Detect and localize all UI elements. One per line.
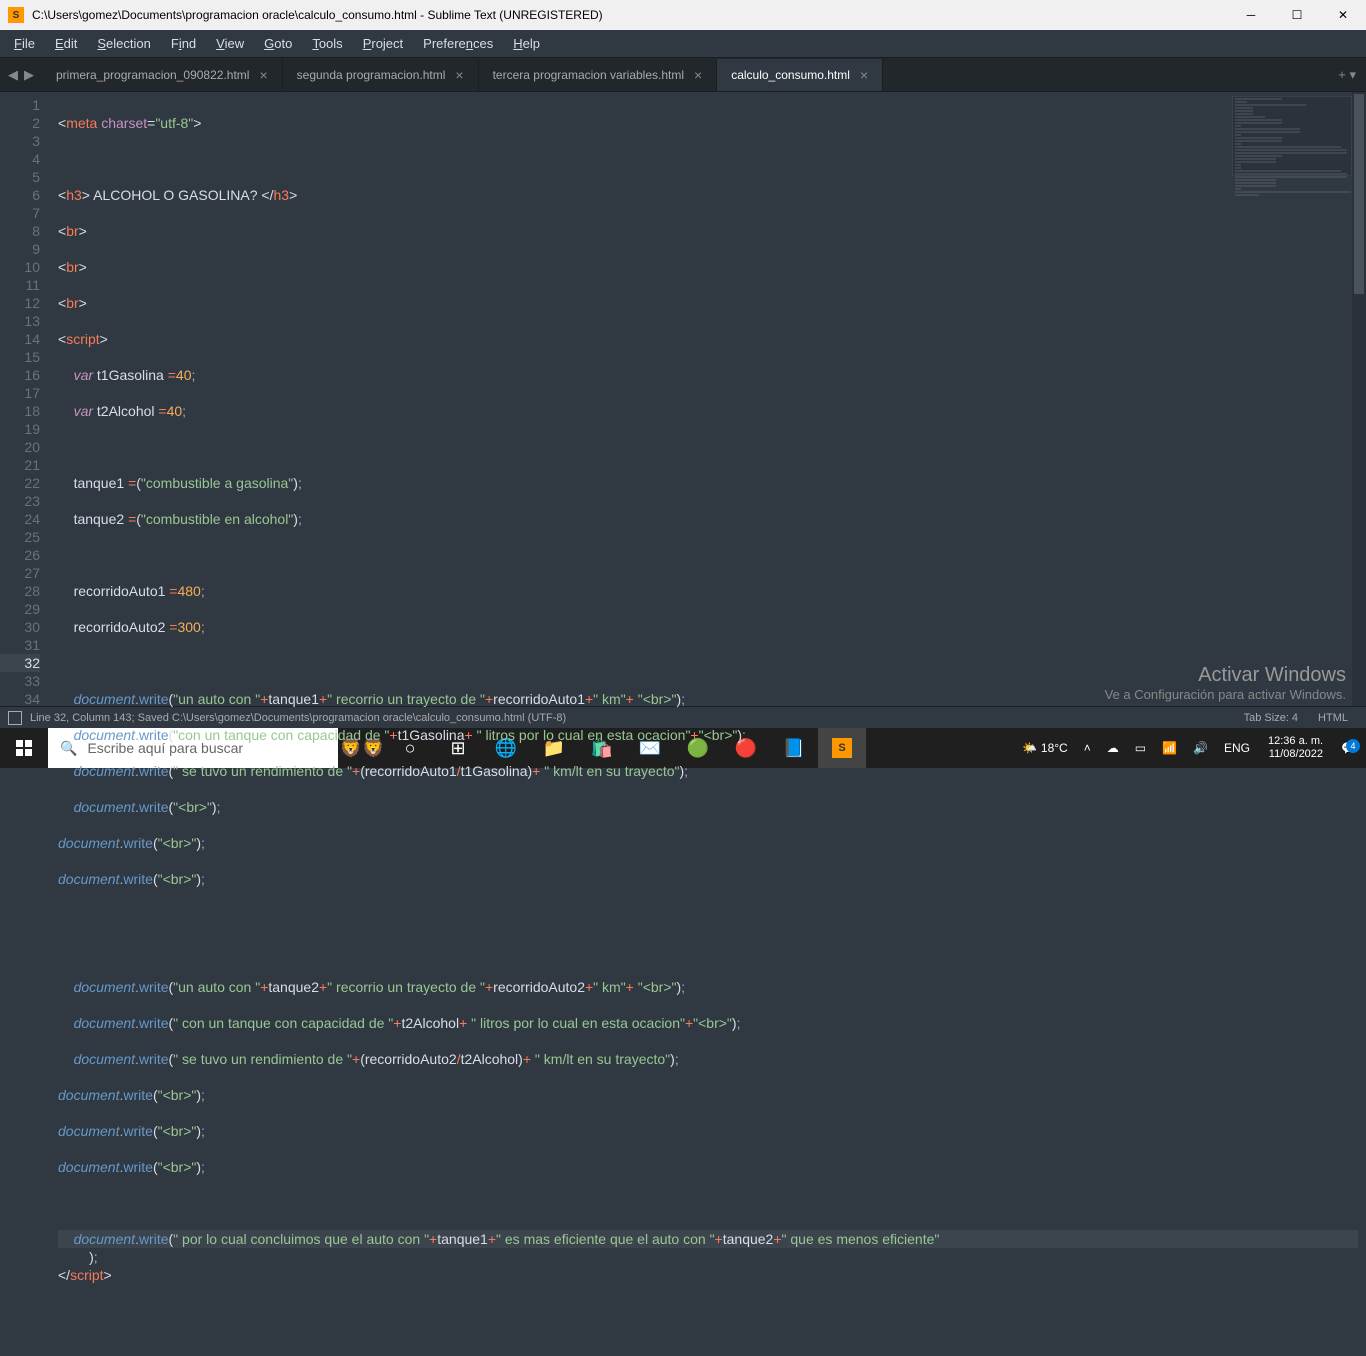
tab-calculo[interactable]: calculo_consumo.html × [717,59,883,91]
tab-tercera[interactable]: tercera programacion variables.html × [479,59,718,91]
menu-view[interactable]: View [206,32,254,55]
line-number[interactable]: 31 [0,636,40,654]
tab-next-icon[interactable]: ▶ [24,67,34,83]
line-number[interactable]: 21 [0,456,40,474]
tab-prev-icon[interactable]: ◀ [8,67,18,83]
line-number[interactable]: 4 [0,150,40,168]
line-number[interactable]: 3 [0,132,40,150]
line-number[interactable]: 7 [0,204,40,222]
line-number[interactable]: 18 [0,402,40,420]
line-number[interactable]: 13 [0,312,40,330]
status-icon[interactable] [8,711,22,725]
window-titlebar: S C:\Users\gomez\Documents\programacion … [0,0,1366,30]
line-number[interactable]: 17 [0,384,40,402]
code-editor[interactable]: <meta charset="utf-8"> <h3> ALCOHOL O GA… [50,92,1366,706]
line-number[interactable]: 32 [0,654,40,672]
close-icon[interactable]: × [455,67,463,83]
tray-notifications-icon[interactable]: 💬 [1335,741,1362,755]
line-number[interactable]: 16 [0,366,40,384]
line-number[interactable]: 27 [0,564,40,582]
line-number[interactable]: 15 [0,348,40,366]
line-number[interactable]: 25 [0,528,40,546]
line-number[interactable]: 2 [0,114,40,132]
line-number[interactable]: 6 [0,186,40,204]
editor-area: 1234567891011121314151617181920212223242… [0,92,1366,706]
tab-label: segunda programacion.html [297,68,446,82]
tab-label: primera_programacion_090822.html [56,68,249,82]
line-number[interactable]: 5 [0,168,40,186]
menu-bar: File Edit Selection Find View Goto Tools… [0,30,1366,58]
menu-help[interactable]: Help [503,32,550,55]
line-number[interactable]: 28 [0,582,40,600]
line-number[interactable]: 8 [0,222,40,240]
line-number[interactable]: 19 [0,420,40,438]
line-number[interactable]: 10 [0,258,40,276]
tab-add-button[interactable]: + ▾ [1328,67,1366,83]
line-number[interactable]: 9 [0,240,40,258]
close-button[interactable]: ✕ [1320,0,1366,30]
line-number[interactable]: 12 [0,294,40,312]
line-number[interactable]: 29 [0,600,40,618]
line-number[interactable]: 11 [0,276,40,294]
start-button[interactable] [0,728,48,768]
line-number[interactable]: 14 [0,330,40,348]
tab-segunda[interactable]: segunda programacion.html × [283,59,479,91]
maximize-button[interactable]: ☐ [1274,0,1320,30]
line-number[interactable]: 20 [0,438,40,456]
tab-primera[interactable]: primera_programacion_090822.html × [42,59,283,91]
minimap[interactable] [1232,96,1352,176]
tab-label: tercera programacion variables.html [493,68,684,82]
line-gutter[interactable]: 1234567891011121314151617181920212223242… [0,92,50,706]
scrollbar-thumb[interactable] [1354,94,1364,294]
line-number[interactable]: 24 [0,510,40,528]
line-number[interactable]: 22 [0,474,40,492]
menu-tools[interactable]: Tools [302,32,352,55]
menu-goto[interactable]: Goto [254,32,302,55]
window-title: C:\Users\gomez\Documents\programacion or… [32,8,1228,22]
menu-project[interactable]: Project [353,32,413,55]
minimize-button[interactable]: ─ [1228,0,1274,30]
menu-preferences[interactable]: Preferences [413,32,503,55]
line-number[interactable]: 1 [0,96,40,114]
menu-file[interactable]: File [4,32,45,55]
menu-edit[interactable]: Edit [45,32,87,55]
close-icon[interactable]: × [259,67,267,83]
line-number[interactable]: 23 [0,492,40,510]
line-number[interactable]: 33 [0,672,40,690]
tab-label: calculo_consumo.html [731,68,850,82]
menu-selection[interactable]: Selection [87,32,160,55]
line-number[interactable]: 34 [0,690,40,708]
line-number[interactable]: 26 [0,546,40,564]
tab-bar: ◀ ▶ primera_programacion_090822.html × s… [0,58,1366,92]
close-icon[interactable]: × [694,67,702,83]
line-number[interactable]: 30 [0,618,40,636]
vertical-scrollbar[interactable] [1352,92,1366,706]
app-icon: S [8,7,24,23]
close-icon[interactable]: × [860,67,868,83]
menu-find[interactable]: Find [161,32,206,55]
